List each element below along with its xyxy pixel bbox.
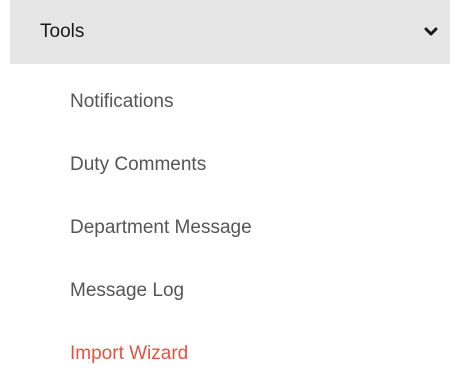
tools-menu: Tools Notifications Duty Comments Depart… xyxy=(10,0,450,385)
chevron-down-icon[interactable] xyxy=(424,27,438,37)
menu-item-department-message[interactable]: Department Message xyxy=(10,196,450,259)
tools-menu-header[interactable]: Tools xyxy=(10,0,450,64)
menu-header-label: Tools xyxy=(40,21,85,42)
menu-item-duty-comments[interactable]: Duty Comments xyxy=(10,133,450,196)
menu-item-notifications[interactable]: Notifications xyxy=(10,70,450,133)
tools-submenu: Notifications Duty Comments Department M… xyxy=(10,70,450,385)
menu-item-import-wizard[interactable]: Import Wizard xyxy=(10,322,450,385)
menu-item-message-log[interactable]: Message Log xyxy=(10,259,450,322)
